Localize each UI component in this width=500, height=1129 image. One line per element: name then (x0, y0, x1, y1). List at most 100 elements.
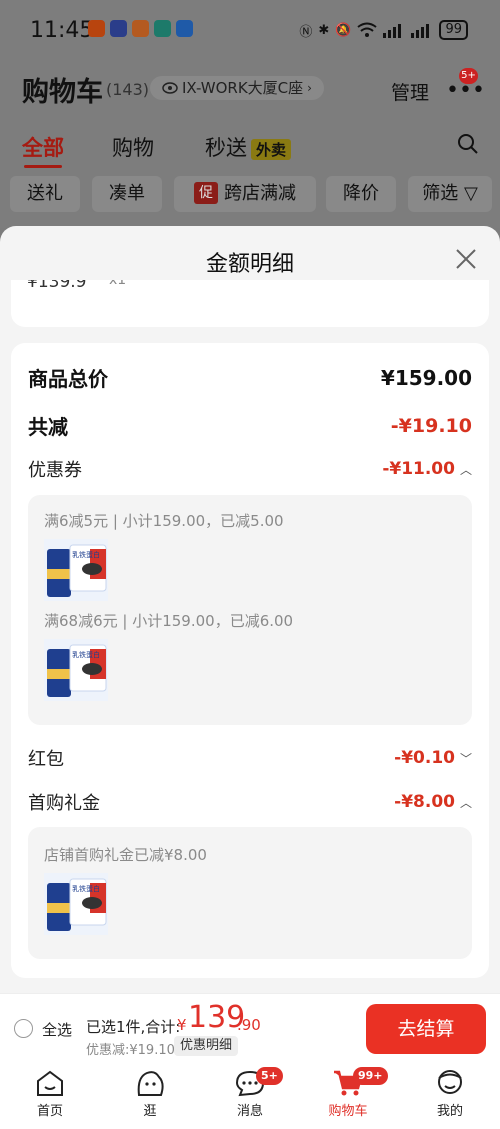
coupon-label: 优惠券 (28, 460, 82, 481)
product-thumb-text: 乳铁蛋白 (72, 884, 100, 893)
previous-item-price: ¥139.9 (27, 280, 87, 292)
first-gift-value: -¥8.00 (394, 792, 455, 812)
nav-me[interactable]: 我的 (420, 1069, 480, 1119)
tab-shopping[interactable]: 购物 (112, 132, 154, 162)
redpacket-value: -¥0.10 (394, 748, 455, 768)
product-thumb-text: 乳铁蛋白 (72, 550, 100, 559)
wifi-icon (357, 22, 378, 37)
redpacket-row[interactable]: 红包 -¥0.10 ﹀ (28, 745, 472, 771)
price-breakdown-card: 商品总价 ¥159.00 共减 -¥19.10 优惠券 -¥11.00 ︿ 满6减… (11, 343, 489, 978)
battery-indicator: 99 (439, 20, 468, 40)
chevron-down-icon: ﹀ (459, 752, 472, 766)
messages-badge: 5+ (256, 1067, 283, 1085)
previous-item-card: ¥139.9 x1 (11, 280, 489, 327)
chevron-up-icon: ︿ (459, 796, 472, 810)
boss-app-icon (154, 20, 171, 37)
product-thumbnail: 乳铁蛋白 (44, 873, 108, 935)
address-text: IX-WORK大厦C座 (182, 79, 304, 97)
selected-summary: 已选1件,合计: (86, 1018, 181, 1036)
first-gift-item-text: 店铺首购礼金已减¥8.00 (44, 846, 207, 864)
dingtalk-app-icon (176, 20, 193, 37)
discount-detail-button[interactable]: 优惠明细 (174, 1036, 239, 1056)
profile-icon (438, 1070, 462, 1094)
nav-cart-label: 购物车 (328, 1104, 368, 1119)
group-app-icon (110, 20, 127, 37)
product-thumbnail: 乳铁蛋白 (44, 539, 108, 601)
chevron-right-icon: › (307, 81, 312, 95)
previous-item-qty: x1 (109, 280, 127, 288)
tab-underline (24, 165, 62, 168)
nav-me-label: 我的 (436, 1104, 463, 1119)
bluetooth-icon: ✱ (318, 22, 330, 38)
select-all-radio[interactable] (14, 1019, 33, 1038)
total-decimal: .90 (237, 1016, 261, 1034)
promo-tag: 促 (194, 182, 218, 204)
reduce-value: -¥19.10 (390, 414, 472, 437)
checkout-button[interactable]: 去结算 (366, 1004, 486, 1054)
manage-button[interactable]: 管理 (391, 78, 429, 105)
filter-more-label: 筛选 (422, 183, 459, 204)
sheet-title: 金额明细 (205, 252, 294, 277)
takeout-tag: 外卖 (251, 139, 292, 160)
system-icons: Ⓝ ✱ 🔕 99 (299, 20, 468, 40)
total-currency: ¥ (177, 1016, 187, 1034)
nav-home[interactable]: 首页 (20, 1069, 80, 1119)
mute-icon: 🔕 (335, 22, 352, 38)
coupon-value: -¥11.00 (382, 459, 455, 479)
nav-cart[interactable]: 购物车 99+ (318, 1067, 388, 1119)
signal-icon-2 (411, 24, 430, 38)
address-selector[interactable]: IX-WORK大厦C座 › (150, 76, 324, 100)
coupon-item-text: 满68减6元 | 小计159.00，已减6.00 (44, 612, 294, 630)
signal-icon (383, 24, 402, 38)
filter-funnel-icon: ▽ (463, 183, 478, 204)
tab-all[interactable]: 全部 (22, 132, 64, 162)
status-time: 11:45 (30, 18, 94, 43)
coupon-item-text: 满6减5元 | 小计159.00，已减5.00 (44, 512, 284, 530)
browse-icon (137, 1071, 164, 1096)
select-all-label[interactable]: 全选 (42, 1019, 72, 1040)
first-gift-row[interactable]: 首购礼金 -¥8.00 ︿ (28, 789, 472, 815)
tab-delivery[interactable]: 秒送 外卖 (205, 132, 292, 162)
nfc-icon: Ⓝ (299, 24, 313, 40)
more-badge: 5+ (459, 68, 478, 84)
search-icon[interactable] (457, 133, 479, 155)
page-title: 购物车 (22, 77, 103, 108)
filter-gift[interactable]: 送礼 (10, 176, 80, 212)
total-row: 商品总价 ¥159.00 (28, 363, 472, 392)
dimmed-background: 11:45 Ⓝ ✱ 🔕 99 购物车 (143) IX-WORK大厦C座 › 管… (0, 0, 500, 228)
cart-badge: 99+ (353, 1067, 388, 1085)
nav-messages[interactable]: 消息 5+ (220, 1067, 283, 1119)
filter-bundle[interactable]: 凑单 (92, 176, 162, 212)
cart-count: (143) (106, 80, 150, 99)
weibo-app-icon (88, 20, 105, 37)
redpacket-label: 红包 (28, 749, 64, 770)
product-thumb-text: 乳铁蛋白 (72, 650, 100, 659)
home-icon (37, 1070, 63, 1096)
filter-more[interactable]: 筛选 ▽ (408, 176, 492, 212)
status-bar: 11:45 Ⓝ ✱ 🔕 99 (0, 0, 500, 60)
chevron-up-icon: ︿ (459, 463, 472, 477)
eye-location-icon (162, 82, 178, 94)
nav-home-label: 首页 (36, 1104, 63, 1119)
checkout-bar: 全选 已选1件,合计: ¥ 139 .90 优惠减:¥19.10 优惠明细 去结… (0, 993, 500, 1064)
filter-cross-store[interactable]: 促跨店满减 (174, 176, 316, 212)
bottom-nav: 首页 逛 消息 5+ 购物车 99+ 我的 (0, 1063, 500, 1129)
notification-icons (88, 20, 193, 37)
filter-cross-store-label: 跨店满减 (224, 183, 296, 204)
reduce-row: 共减 -¥19.10 (28, 411, 472, 440)
discount-summary: 优惠减:¥19.10 (86, 1043, 175, 1058)
first-gift-detail-box: 店铺首购礼金已减¥8.00 乳铁蛋白 (28, 827, 472, 959)
close-icon[interactable] (455, 248, 477, 270)
filter-price-drop[interactable]: 降价 (326, 176, 396, 212)
nav-browse[interactable]: 逛 (120, 1069, 180, 1119)
product-thumbnail: 乳铁蛋白 (44, 639, 108, 701)
nav-messages-label: 消息 (236, 1104, 263, 1119)
total-value: ¥159.00 (380, 365, 472, 390)
reduce-label: 共减 (28, 415, 68, 439)
first-gift-label: 首购礼金 (28, 793, 100, 814)
taobao-app-icon (132, 20, 149, 37)
total-label: 商品总价 (28, 367, 108, 391)
nav-browse-label: 逛 (143, 1104, 157, 1119)
coupon-detail-box: 满6减5元 | 小计159.00，已减5.00 乳铁蛋白 满68减6元 | 小计… (28, 495, 472, 725)
coupon-row[interactable]: 优惠券 -¥11.00 ︿ (28, 456, 472, 482)
